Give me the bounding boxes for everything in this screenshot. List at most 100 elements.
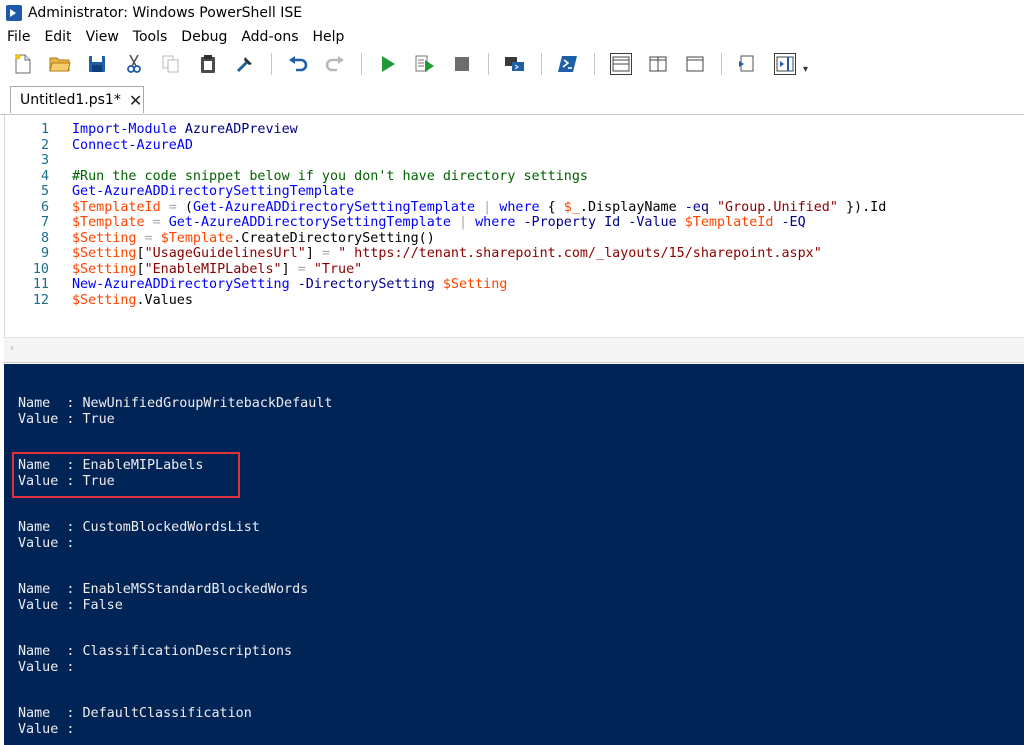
- code-token: .Values: [136, 292, 193, 308]
- code-token: .DisplayName: [579, 199, 685, 215]
- code-token: -DirectorySetting: [297, 277, 435, 292]
- code-token: Id: [604, 215, 621, 230]
- code-text: $Setting["EnableMIPLabels"] = "True": [72, 262, 362, 278]
- show-script-pane-icon[interactable]: [737, 53, 759, 75]
- paste-icon[interactable]: [197, 53, 219, 75]
- new-file-icon[interactable]: [12, 53, 34, 75]
- line-number: 11: [32, 277, 49, 292]
- code-token: $Setting: [442, 277, 508, 292]
- cut-icon[interactable]: [123, 53, 145, 75]
- menu-edit[interactable]: Edit: [37, 29, 78, 45]
- menu-debug[interactable]: Debug: [174, 29, 234, 45]
- stop-icon[interactable]: [451, 53, 473, 75]
- code-token: Get-AzureADDirectorySettingTemplate: [192, 199, 476, 215]
- run-selection-icon[interactable]: [414, 53, 436, 75]
- console-name-prefix: Name :: [18, 582, 83, 597]
- console-value-prefix: Value :: [18, 411, 83, 427]
- run-script-icon[interactable]: [377, 53, 399, 75]
- script-editor[interactable]: 1 Import-Module AzureADPreview 2 Connect-Az…: [4, 115, 1024, 337]
- code-token: AzureADPreview: [184, 122, 298, 137]
- code-text: $Setting["UsageGuidelinesUrl"] = " https…: [72, 246, 822, 262]
- code-text: $Setting = $Template.CreateDirectorySett…: [72, 231, 435, 247]
- toolbar-overflow-icon[interactable]: ▾: [803, 64, 808, 75]
- open-folder-icon[interactable]: [49, 53, 71, 75]
- code-token: -Property: [523, 215, 597, 230]
- collapse-arrow-icon[interactable]: ‹: [10, 343, 14, 354]
- show-command-addon-icon[interactable]: [774, 53, 796, 75]
- code-token: {: [539, 199, 564, 215]
- menu-tools[interactable]: Tools: [126, 29, 175, 45]
- console-name-line: Name : NewUnifiedGroupWritebackDefault: [18, 396, 332, 412]
- code-text: $TemplateId = (Get-AzureADDirectorySetti…: [72, 200, 886, 216]
- tab-label: Untitled1.ps1*: [20, 92, 121, 108]
- code-token: -Value: [628, 215, 677, 230]
- console-name-value: EnableMSStandardBlockedWords: [82, 582, 309, 597]
- code-token: -eq: [684, 199, 709, 215]
- console-value-prefix: Value :: [18, 597, 83, 613]
- copy-icon[interactable]: [160, 53, 182, 75]
- code-text: Get-AzureADDirectorySettingTemplate: [72, 184, 354, 200]
- save-icon[interactable]: [86, 53, 108, 75]
- console-value-prefix: Value :: [18, 721, 83, 737]
- line-number: 9: [40, 246, 49, 261]
- code-token: .CreateDirectorySetting(): [233, 230, 435, 246]
- console-value-line: Value :: [18, 536, 83, 552]
- line-number: 12: [32, 292, 49, 308]
- menu-view[interactable]: View: [79, 29, 126, 45]
- redo-icon[interactable]: [324, 53, 346, 75]
- console-name-line: Name : DefaultClassification: [18, 706, 252, 722]
- code-token: $Template: [160, 230, 234, 246]
- console-value-prefix: Value :: [18, 659, 83, 675]
- code-text: New-AzureADDirectorySetting -DirectorySe…: [72, 277, 507, 293]
- toolbar-separator: [541, 53, 542, 75]
- code-token: $TemplateId: [72, 199, 161, 215]
- tab-untitled1[interactable]: Untitled1.ps1* ✕: [10, 86, 144, 113]
- code-token: where: [475, 215, 516, 230]
- remote-powershell-icon[interactable]: [504, 53, 526, 75]
- console-name-prefix: Name :: [18, 458, 83, 473]
- menu-file[interactable]: File: [0, 29, 37, 45]
- console-value-prefix: Value :: [18, 473, 83, 489]
- line-number: 2: [40, 137, 49, 153]
- console-name-line: Name : CustomBlockedWordsList: [18, 520, 260, 536]
- undo-icon[interactable]: [287, 53, 309, 75]
- toolbar: ▾: [0, 48, 1024, 80]
- clear-console-icon[interactable]: [234, 53, 256, 75]
- script-tab-strip: Untitled1.ps1* ✕: [0, 82, 1024, 115]
- code-text: $Setting.Values: [72, 293, 193, 309]
- layout-top-icon[interactable]: [610, 53, 632, 75]
- code-text: #Run the code snippet below if you don't…: [72, 169, 588, 185]
- menu-help[interactable]: Help: [306, 29, 352, 45]
- code-token: Connect-AzureAD: [72, 137, 193, 153]
- code-token: $Setting: [72, 292, 137, 308]
- layout-maximized-icon[interactable]: [684, 53, 706, 75]
- toolbar-separator: [488, 53, 489, 75]
- toolbar-separator: [271, 53, 272, 75]
- console-name-prefix: Name :: [18, 396, 83, 411]
- console-pane[interactable]: Name : NewUnifiedGroupWritebackDefault Va…: [4, 364, 1024, 745]
- console-name-value: DefaultClassification: [82, 706, 252, 721]
- line-number: 10: [32, 261, 49, 277]
- pane-splitter[interactable]: ‹: [4, 337, 1024, 363]
- powershell-console-icon[interactable]: [557, 53, 579, 75]
- code-token: |: [458, 215, 468, 230]
- layout-right-icon[interactable]: [647, 53, 669, 75]
- code-token: =: [152, 215, 161, 230]
- code-token: Import-Module: [72, 122, 177, 137]
- menu-add-ons[interactable]: Add-ons: [234, 29, 305, 45]
- powershell-ise-icon: [6, 4, 22, 21]
- toolbar-separator: [361, 53, 362, 75]
- line-number: 3: [40, 153, 49, 168]
- console-name-line: Name : ClassificationDescriptions: [18, 644, 292, 660]
- close-icon[interactable]: ✕: [129, 91, 142, 110]
- code-token: ]: [305, 246, 322, 261]
- code-token: "Group.Unified": [716, 199, 838, 215]
